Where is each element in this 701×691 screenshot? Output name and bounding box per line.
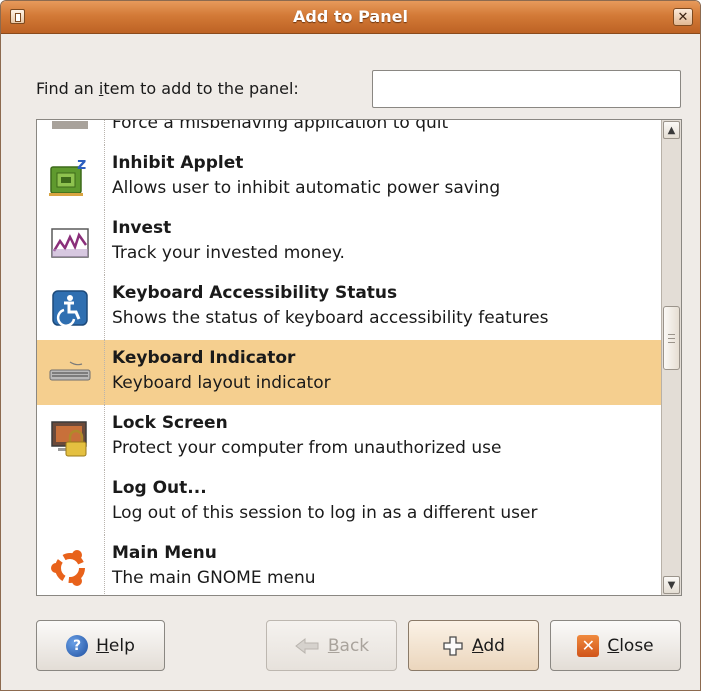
column-separator xyxy=(104,470,105,535)
back-mnemonic: B xyxy=(327,635,340,656)
plus-icon xyxy=(443,635,463,656)
list-item-name: Keyboard Accessibility Status xyxy=(112,283,398,303)
list-item-desc: Protect your computer from unauthorized … xyxy=(112,438,502,458)
back-button[interactable]: Back xyxy=(266,620,397,671)
list-item-name: Main Menu xyxy=(112,543,217,563)
keyboard-icon xyxy=(37,340,103,405)
list-item-name: Lock Screen xyxy=(112,413,228,433)
vertical-scrollbar[interactable]: ▲ ▼ xyxy=(661,120,681,595)
search-label-text: Find an xyxy=(36,79,99,98)
list-item-desc: Log out of this session to log in as a d… xyxy=(112,503,538,523)
list-item-desc: Keyboard layout indicator xyxy=(112,373,331,393)
list-item[interactable]: Log Out... Log out of this session to lo… xyxy=(37,470,662,535)
list-item-name: Keyboard Indicator xyxy=(112,348,296,368)
list-item[interactable]: Force a misbehaving application to quit xyxy=(37,120,662,145)
column-separator xyxy=(104,405,105,470)
search-label: Find an item to add to the panel: xyxy=(36,79,299,98)
column-separator xyxy=(104,340,105,405)
column-separator xyxy=(104,535,105,595)
list-item[interactable]: z Inhibit Applet Allows user to inhibit … xyxy=(37,145,662,210)
add-mnemonic: A xyxy=(472,635,484,656)
list-item[interactable]: Lock Screen Protect your computer from u… xyxy=(37,405,662,470)
close-button[interactable]: ✕ Close xyxy=(550,620,681,671)
invest-chart-icon xyxy=(37,210,103,275)
column-separator xyxy=(104,210,105,275)
list-item[interactable]: Main Menu The main GNOME menu xyxy=(37,535,662,595)
list-item-selected[interactable]: Keyboard Indicator Keyboard layout indic… xyxy=(37,340,662,405)
window-close-button[interactable]: ✕ xyxy=(673,8,693,26)
add-label-rest: dd xyxy=(483,635,505,656)
help-button-label: Help xyxy=(96,636,135,656)
list-item-desc: Track your invested money. xyxy=(112,243,345,263)
list-item-name: Invest xyxy=(112,218,172,238)
back-arrow-icon xyxy=(295,637,319,654)
force-quit-icon xyxy=(37,120,103,145)
help-icon: ? xyxy=(66,634,89,657)
grip-icon xyxy=(668,333,675,343)
help-mnemonic: H xyxy=(96,635,109,656)
ubuntu-logo-icon xyxy=(37,535,103,595)
panel-items-viewport: Force a misbehaving application to quit … xyxy=(37,120,662,595)
close-label-rest: lose xyxy=(619,635,654,656)
close-icon: ✕ xyxy=(577,634,600,657)
list-item-name: Inhibit Applet xyxy=(112,153,244,173)
add-button-label: Add xyxy=(472,636,505,656)
list-item[interactable]: Invest Track your invested money. xyxy=(37,210,662,275)
svg-text:z: z xyxy=(77,155,86,173)
back-button-label: Back xyxy=(328,636,369,656)
add-to-panel-dialog: Add to Panel ✕ Find an item to add to th… xyxy=(0,0,701,691)
list-item-name: Log Out... xyxy=(112,478,207,498)
help-label-rest: elp xyxy=(108,635,135,656)
scroll-thumb[interactable] xyxy=(663,306,680,370)
accessibility-icon xyxy=(37,275,103,340)
column-separator xyxy=(104,120,105,145)
close-mnemonic: C xyxy=(607,635,620,656)
back-label-rest: ack xyxy=(339,635,370,656)
title-bar[interactable]: Add to Panel ✕ xyxy=(1,1,700,34)
help-button[interactable]: ? Help xyxy=(36,620,165,671)
inhibit-applet-icon: z xyxy=(37,145,103,210)
search-input[interactable] xyxy=(372,70,681,108)
column-separator xyxy=(104,145,105,210)
close-button-label: Close xyxy=(607,636,653,656)
list-item-desc: The main GNOME menu xyxy=(112,568,316,588)
scroll-up-button[interactable]: ▲ xyxy=(663,121,680,139)
list-item[interactable]: Keyboard Accessibility Status Shows the … xyxy=(37,275,662,340)
list-item-desc: Shows the status of keyboard accessibili… xyxy=(112,308,549,328)
window-title: Add to Panel xyxy=(293,7,408,26)
add-button[interactable]: Add xyxy=(408,620,539,671)
search-label-text-rest: tem to add to the panel: xyxy=(103,79,299,98)
log-out-icon xyxy=(37,470,103,535)
column-separator xyxy=(104,275,105,340)
panel-items-list[interactable]: Force a misbehaving application to quit … xyxy=(36,119,682,596)
scroll-down-button[interactable]: ▼ xyxy=(663,576,680,594)
list-item-desc: Allows user to inhibit automatic power s… xyxy=(112,178,501,198)
lock-screen-icon xyxy=(37,405,103,470)
list-item-desc: Force a misbehaving application to quit xyxy=(112,120,449,133)
